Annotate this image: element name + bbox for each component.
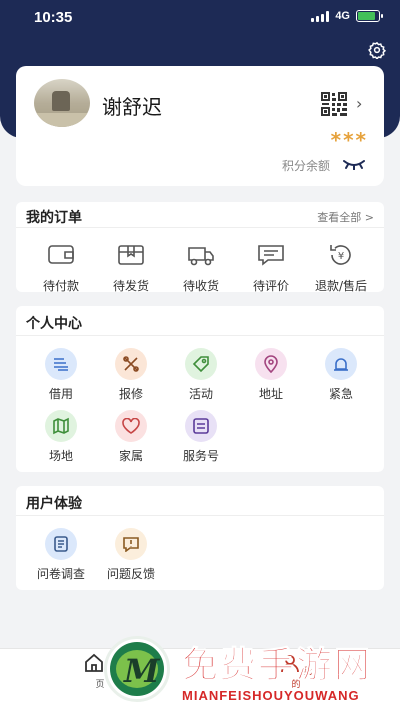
tag-icon — [192, 356, 209, 373]
points-label: 积分余额 — [282, 159, 331, 173]
personal-item-activity[interactable]: 活动 — [166, 348, 236, 402]
avatar[interactable] — [34, 79, 90, 127]
location-icon — [264, 355, 278, 373]
refund-icon: ¥ — [330, 245, 351, 265]
experience-item-survey[interactable]: 问卷调查 — [26, 528, 96, 582]
experience-item-feedback[interactable]: 问题反馈 — [96, 528, 166, 582]
chevron-right-icon[interactable]: › — [356, 94, 362, 113]
personal-item-family[interactable]: 家属 — [96, 410, 166, 464]
signal-icon — [311, 10, 330, 22]
box-icon — [118, 245, 144, 265]
orders-section: 我的订单 查看全部 > 待付款 待发货 待收货 待评价 ¥ 退款/售后 — [16, 202, 384, 294]
view-all-link[interactable]: 查看全部 > — [317, 209, 374, 225]
borrow-icon — [54, 358, 68, 371]
tools-icon — [123, 356, 139, 372]
qr-code-icon[interactable] — [321, 92, 347, 116]
survey-icon — [54, 536, 68, 552]
order-pending-review[interactable]: 待评价 — [236, 242, 306, 294]
svg-text:¥: ¥ — [338, 251, 344, 262]
feedback-icon — [123, 537, 139, 552]
section-title: 个人中心 — [26, 316, 82, 332]
watermark-subtitle: MIANFEISHOUYOUWANG — [182, 688, 360, 703]
order-pending-shipment[interactable]: 待发货 — [96, 242, 166, 294]
order-refund[interactable]: ¥ 退款/售后 — [306, 242, 376, 294]
status-time: 10:35 — [34, 9, 73, 26]
user-experience-section: 用户体验 问卷调查 问题反馈 — [16, 486, 384, 590]
eye-closed-icon[interactable] — [342, 158, 366, 170]
order-pending-payment[interactable]: 待付款 — [26, 242, 96, 294]
heart-icon — [122, 418, 140, 434]
watermark-title: 免费手游网 — [181, 645, 373, 687]
home-icon — [85, 653, 103, 672]
watermark: M 免费手游网 MIANFEISHOUYOUWANG — [104, 632, 400, 710]
section-title: 用户体验 — [26, 496, 82, 512]
personal-item-repair[interactable]: 报修 — [96, 348, 166, 402]
points-value: *** — [330, 128, 368, 152]
alarm-icon — [334, 358, 348, 371]
username: 谢舒迟 — [102, 95, 162, 119]
comment-icon — [258, 245, 284, 266]
profile-card: 谢舒迟 › *** 积分余额 — [16, 66, 384, 186]
network-type: 4G — [335, 10, 350, 22]
status-bar: 10:35 4G — [0, 0, 400, 34]
settings-gear-icon[interactable] — [368, 41, 386, 59]
personal-center-section: 个人中心 借用 报修 活动 地址 紧急 场地 家属 服务号 — [16, 306, 384, 472]
battery-icon — [356, 10, 383, 22]
wallet-icon — [48, 245, 74, 264]
section-title: 我的订单 — [26, 210, 82, 226]
truck-icon — [188, 247, 214, 266]
watermark-logo: M — [104, 636, 170, 702]
map-icon — [53, 417, 69, 435]
personal-item-venue[interactable]: 场地 — [26, 410, 96, 464]
personal-item-borrow[interactable]: 借用 — [26, 348, 96, 402]
order-pending-receipt[interactable]: 待收货 — [166, 242, 236, 294]
service-icon — [193, 418, 209, 434]
personal-item-service[interactable]: 服务号 — [166, 410, 236, 464]
personal-item-address[interactable]: 地址 — [236, 348, 306, 402]
personal-item-emergency[interactable]: 紧急 — [306, 348, 376, 402]
status-icons: 4G — [311, 10, 383, 22]
